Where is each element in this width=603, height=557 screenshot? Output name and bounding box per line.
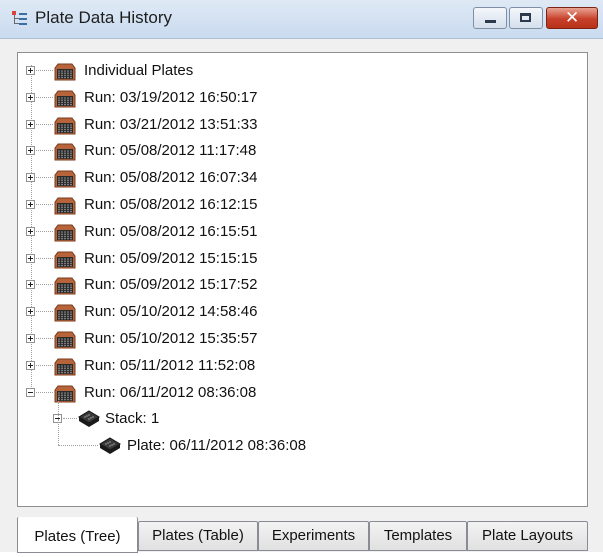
plate-folder-icon bbox=[54, 356, 76, 376]
tree-connector bbox=[63, 418, 77, 420]
plates-tree-panel[interactable]: Individual Plates Run: 03/19/2012 16:50:1… bbox=[17, 52, 588, 507]
tree-node[interactable]: Run: 05/08/2012 16:15:51 bbox=[18, 219, 578, 245]
plate-folder-icon bbox=[54, 168, 76, 188]
expand-icon[interactable] bbox=[26, 226, 35, 236]
tree-connector bbox=[36, 257, 53, 259]
tree-connector bbox=[36, 338, 53, 339]
tree-node-label: Plate: 06/11/2012 08:36:08 bbox=[127, 437, 307, 455]
minimize-button[interactable] bbox=[473, 7, 507, 29]
tree-node[interactable]: Run: 05/10/2012 15:35:57 bbox=[18, 326, 578, 352]
plate-folder-icon bbox=[54, 195, 76, 215]
expand-icon[interactable] bbox=[26, 119, 35, 129]
plate-folder-icon bbox=[54, 249, 76, 269]
tree-node[interactable]: Run: 05/08/2012 16:07:34 bbox=[18, 165, 578, 191]
tree-node[interactable]: Run: 05/08/2012 16:12:15 bbox=[18, 192, 578, 218]
tree-node[interactable]: Run: 03/21/2012 13:51:33 bbox=[18, 112, 578, 138]
expand-icon[interactable] bbox=[26, 280, 35, 290]
plate-folder-icon bbox=[54, 275, 76, 295]
maximize-button[interactable] bbox=[509, 7, 543, 29]
tree-connector bbox=[36, 123, 53, 125]
plate-folder-icon bbox=[54, 302, 76, 322]
tree-connector bbox=[36, 177, 53, 179]
tree-node-label: Individual Plates bbox=[84, 62, 194, 79]
collapse-icon[interactable] bbox=[26, 387, 35, 397]
tree-node[interactable]: Individual Plates bbox=[18, 58, 578, 84]
tree-node-label: Run: 05/08/2012 16:07:34 bbox=[84, 169, 258, 187]
tree-node[interactable]: Run: 05/10/2012 14:58:46 bbox=[18, 299, 578, 325]
tree-connector bbox=[36, 204, 53, 205]
tree-node-label: Run: 06/11/2012 08:36:08 bbox=[84, 383, 257, 401]
tree-node-label: Run: 03/19/2012 16:50:17 bbox=[84, 88, 258, 106]
tab-plates-table[interactable]: Plates (Table) bbox=[138, 521, 258, 551]
tree-connector bbox=[36, 364, 53, 366]
tree-node-stack[interactable]: Stack: 1 bbox=[18, 406, 578, 432]
maximize-icon bbox=[520, 13, 531, 22]
tree-node-label: Run: 05/10/2012 15:35:57 bbox=[84, 330, 258, 347]
tab-experiments[interactable]: Experiments bbox=[258, 521, 369, 551]
tree-connector bbox=[36, 70, 53, 71]
tree-node-label: Run: 05/08/2012 16:15:51 bbox=[84, 222, 258, 240]
tree-node[interactable]: Run: 05/11/2012 11:52:08 bbox=[18, 353, 578, 379]
minimize-icon bbox=[485, 20, 496, 23]
plate-folder-icon bbox=[54, 141, 76, 161]
tree-node-label: Run: 05/09/2012 15:17:52 bbox=[84, 276, 258, 294]
tab-plates-tree[interactable]: Plates (Tree) bbox=[17, 517, 138, 553]
tree-node[interactable]: Run: 06/11/2012 08:36:08 bbox=[18, 380, 578, 406]
title-bar[interactable]: Plate Data History ✕ bbox=[0, 0, 603, 39]
expand-icon[interactable] bbox=[26, 360, 35, 370]
close-icon: ✕ bbox=[565, 8, 580, 27]
plate-folder-icon bbox=[54, 61, 76, 81]
window-title: Plate Data History bbox=[35, 8, 172, 27]
tree-connector bbox=[36, 311, 53, 313]
plate-folder-icon bbox=[54, 88, 76, 108]
close-button[interactable]: ✕ bbox=[546, 7, 598, 29]
tree-connector bbox=[36, 284, 53, 286]
tree-node[interactable]: Run: 03/19/2012 16:50:17 bbox=[18, 85, 578, 111]
tree-node-label: Run: 05/08/2012 11:17:48 bbox=[84, 142, 257, 160]
tree-connector bbox=[36, 391, 53, 393]
plate-stack-icon bbox=[77, 409, 101, 429]
plate-folder-icon bbox=[54, 115, 76, 135]
expand-icon[interactable] bbox=[26, 146, 35, 156]
plate-data-history-window: Plate Data History ✕ Individual Plates Ru… bbox=[0, 0, 603, 553]
expand-icon[interactable] bbox=[26, 66, 35, 75]
tree-node-label: Stack: 1 bbox=[105, 410, 160, 428]
tree-node-label: Run: 05/09/2012 15:15:15 bbox=[84, 249, 258, 267]
plate-icon bbox=[98, 436, 122, 456]
expand-icon[interactable] bbox=[26, 334, 35, 343]
tree-connector bbox=[58, 445, 98, 447]
tree-connector bbox=[36, 150, 53, 152]
tree-node-label: Run: 05/11/2012 11:52:08 bbox=[84, 356, 256, 374]
tree-node-plate[interactable]: Plate: 06/11/2012 08:36:08 bbox=[18, 419, 578, 459]
tab-strip: Plates (Tree) Plates (Table) Experiments Te… bbox=[17, 507, 588, 553]
tree-structure-icon bbox=[12, 11, 27, 25]
tree-node-label: Run: 05/08/2012 16:12:15 bbox=[84, 196, 258, 213]
expand-icon[interactable] bbox=[26, 173, 35, 183]
tree-guide-line bbox=[58, 419, 59, 446]
tab-templates[interactable]: Templates bbox=[369, 521, 467, 551]
plate-folder-icon bbox=[54, 222, 76, 242]
tree-guide-line bbox=[58, 397, 59, 419]
tab-plate-layouts[interactable]: Plate Layouts bbox=[467, 521, 588, 551]
tree-node[interactable]: Run: 05/09/2012 15:15:15 bbox=[18, 246, 578, 272]
expand-icon[interactable] bbox=[26, 200, 35, 209]
tree-node[interactable]: Run: 05/09/2012 15:17:52 bbox=[18, 272, 578, 298]
expand-icon[interactable] bbox=[26, 307, 35, 317]
plate-folder-icon bbox=[54, 329, 76, 349]
tree-node-label: Run: 03/21/2012 13:51:33 bbox=[84, 115, 258, 133]
expand-icon[interactable] bbox=[26, 253, 35, 263]
tree-node[interactable]: Run: 05/08/2012 11:17:48 bbox=[18, 138, 578, 164]
tree-connector bbox=[36, 230, 53, 232]
tree-connector bbox=[36, 96, 53, 98]
plates-tree: Individual Plates Run: 03/19/2012 16:50:1… bbox=[18, 53, 587, 506]
expand-icon[interactable] bbox=[26, 92, 35, 102]
tree-node-label: Run: 05/10/2012 14:58:46 bbox=[84, 303, 258, 321]
